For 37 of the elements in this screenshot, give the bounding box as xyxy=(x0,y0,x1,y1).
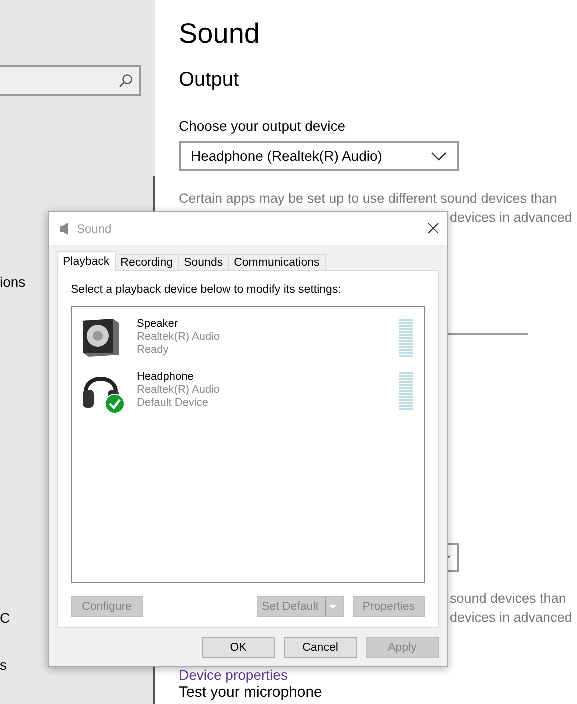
device-properties-link[interactable]: Device properties xyxy=(179,667,288,683)
instruction-text: Select a playback device below to modify its settings: xyxy=(71,283,342,297)
description-text: sound devices than xyxy=(450,590,566,608)
close-icon[interactable] xyxy=(428,223,439,234)
dialog-button[interactable]: OK xyxy=(202,637,275,658)
meter-icon xyxy=(399,318,413,358)
description-text: Certain apps may be set up to use different sound devices than xyxy=(179,190,557,208)
device-status: Ready xyxy=(137,344,169,357)
caret-icon xyxy=(324,597,339,616)
device-name: Headphone xyxy=(137,371,194,384)
dialog-button[interactable]: Cancel xyxy=(284,637,357,658)
search-icon xyxy=(119,74,133,88)
field-label: Choose your output device xyxy=(179,117,346,136)
section-heading: Test your microphone xyxy=(179,684,322,702)
device-name: Speaker xyxy=(137,318,178,331)
meter-icon xyxy=(399,370,413,410)
speaker-icon xyxy=(81,317,121,357)
tab[interactable]: Communications xyxy=(228,254,326,271)
tab[interactable]: Recording xyxy=(114,254,180,271)
tab[interactable]: Playback xyxy=(57,251,116,271)
chevron-icon xyxy=(431,152,447,160)
device-row[interactable]: Speaker Realtek(R) Audio Ready xyxy=(72,311,424,364)
description-text: devices in advanced xyxy=(450,209,572,227)
device-driver: Realtek(R) Audio xyxy=(137,331,220,344)
device-row[interactable]: Headphone Realtek(R) Audio Default Device xyxy=(72,364,424,417)
search-field[interactable] xyxy=(0,65,141,96)
output-device-dropdown[interactable]: Headphone (Realtek(R) Audio) xyxy=(179,141,459,171)
speaker-icon xyxy=(59,222,71,236)
dialog-title: Sound xyxy=(77,222,113,236)
sidebar-item[interactable]: s xyxy=(0,655,7,675)
sidebar-item[interactable]: ions xyxy=(0,272,26,292)
device-driver: Realtek(R) Audio xyxy=(137,384,220,397)
device-status: Default Device xyxy=(137,397,209,410)
description-text: devices in advanced xyxy=(450,609,572,627)
section-heading: Output xyxy=(179,68,240,93)
sidebar-item[interactable]: C xyxy=(0,608,10,628)
page-title: Sound xyxy=(179,17,260,51)
